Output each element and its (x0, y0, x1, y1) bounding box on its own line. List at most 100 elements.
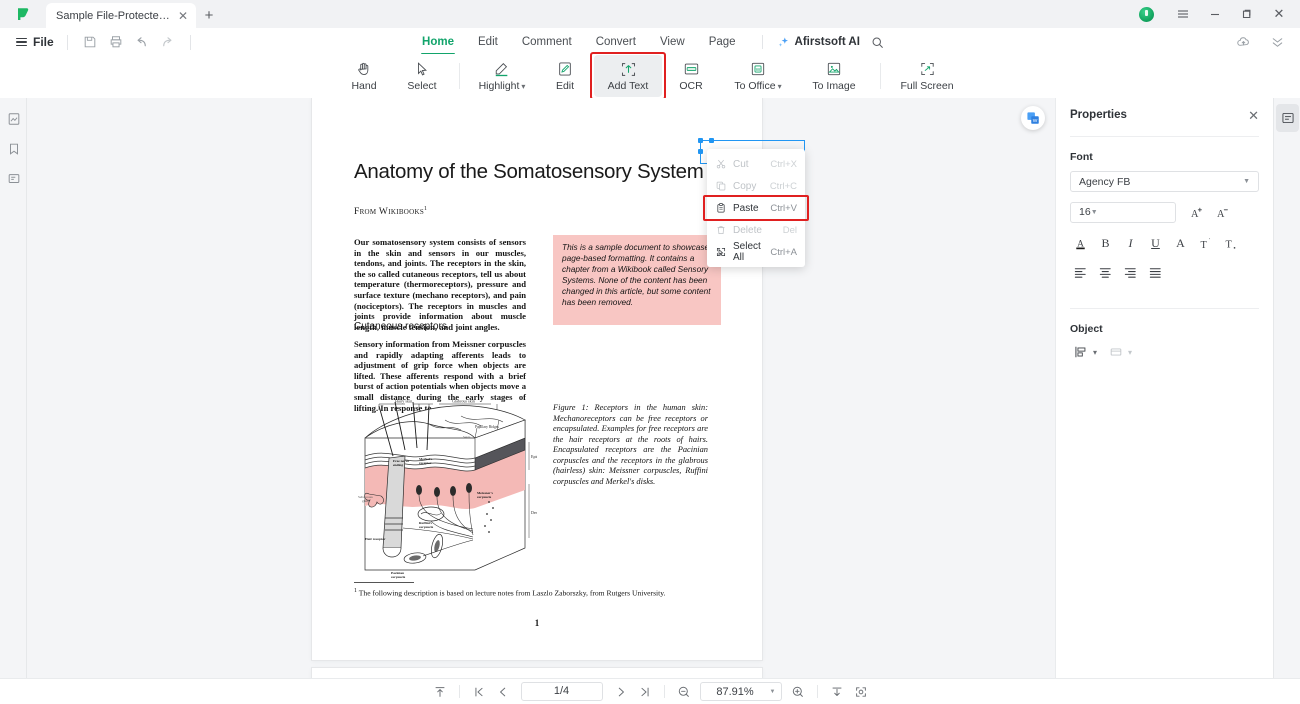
first-page-icon[interactable] (467, 682, 491, 702)
sidebar-item-comments[interactable] (0, 164, 27, 194)
select-all-icon (715, 247, 726, 257)
right-sidebar (1273, 98, 1300, 704)
to-office-icon: W (750, 61, 766, 78)
chevron-down-icon: ▾ (777, 81, 782, 91)
bold-icon[interactable]: B (1093, 232, 1118, 255)
chevron-down-icon: ▼ (1090, 208, 1098, 216)
context-menu-item-cut[interactable]: Cut Ctrl+X (707, 153, 805, 175)
convert-to-word-floating-button[interactable]: W (1021, 106, 1045, 130)
svg-text:Dermis: Dermis (531, 510, 537, 515)
properties-panel: Properties ✕ Font Agency FB ▼ 16 ▼ A A A (1055, 98, 1273, 704)
tool-ocr[interactable]: OCR (662, 55, 720, 97)
document-source: From Wikibooks1 (354, 206, 428, 218)
tab-comment[interactable]: Comment (510, 30, 584, 54)
tool-edit-label: Edit (555, 79, 575, 92)
superscript-icon[interactable]: T ' (1193, 232, 1218, 255)
fit-screen-icon[interactable] (849, 682, 873, 702)
next-page-icon[interactable] (609, 682, 633, 702)
align-objects-button[interactable]: ▾ (1074, 345, 1097, 359)
close-button[interactable]: ✕ (1264, 1, 1294, 27)
tool-add-text[interactable]: Add Text (590, 52, 666, 100)
tab-convert[interactable]: Convert (584, 30, 648, 54)
properties-panel-icon[interactable] (1276, 104, 1299, 132)
align-center-icon[interactable] (1093, 261, 1118, 284)
context-menu-shortcut-cut: Ctrl+X (770, 158, 797, 170)
text-format-buttons: A B I U A T ' T (1056, 224, 1273, 255)
tool-hand-label: Hand (351, 79, 377, 92)
align-left-icon[interactable] (1068, 261, 1093, 284)
tab-edit[interactable]: Edit (466, 30, 510, 54)
page-number-input[interactable]: 1/4 (520, 682, 603, 701)
fit-width-icon[interactable] (825, 682, 849, 702)
svg-text:W: W (756, 67, 761, 73)
footnote-text: 1 The following description is based on … (354, 588, 666, 598)
tool-to-image[interactable]: To Image (796, 55, 872, 97)
tab-view[interactable]: View (648, 30, 697, 54)
selection-handle-bl[interactable] (698, 149, 703, 154)
minimize-button[interactable] (1200, 1, 1230, 27)
application-window: Sample File-Protected (1... ✕ + ✕ File (0, 0, 1300, 704)
align-justify-icon[interactable] (1143, 261, 1168, 284)
prev-page-icon[interactable] (491, 682, 515, 702)
highlighter-icon (493, 61, 511, 78)
user-avatar[interactable] (1139, 6, 1154, 22)
fit-page-icon[interactable] (428, 682, 452, 702)
document-canvas[interactable]: Anatomy of the Somatosensory System From… (27, 98, 1055, 678)
afirstsoft-ai-label: Afirstsoft AI (794, 36, 860, 48)
selection-handle-tl[interactable] (698, 138, 703, 143)
context-menu-shortcut-select-all: Ctrl+A (770, 246, 797, 258)
subscript-icon[interactable]: T (1218, 232, 1243, 255)
increase-font-icon[interactable]: A (1184, 200, 1210, 224)
context-menu-label-cut: Cut (733, 158, 749, 170)
document-tab[interactable]: Sample File-Protected (1... ✕ (46, 3, 196, 28)
sample-note-box[interactable]: This is a sample document to showcase pa… (553, 235, 721, 325)
font-size-select[interactable]: 16 ▼ (1070, 201, 1176, 223)
strikethrough-icon[interactable]: A (1168, 232, 1193, 255)
chevron-down-icon: ▾ (1128, 347, 1133, 357)
context-menu-item-paste[interactable]: Paste Ctrl+V (703, 195, 809, 221)
context-menu-item-copy[interactable]: Copy Ctrl+C (707, 175, 805, 197)
context-menu[interactable]: Cut Ctrl+X Copy Ctrl+C Paste Ctrl+V Dele… (703, 149, 809, 267)
properties-close-icon[interactable]: ✕ (1248, 109, 1259, 122)
decrease-font-icon[interactable]: A (1210, 200, 1236, 224)
context-menu-label-delete: Delete (733, 224, 762, 236)
sidebar-item-bookmark[interactable] (0, 134, 27, 164)
chevron-down-icon: ▼ (1243, 178, 1250, 185)
tool-select[interactable]: Select (393, 55, 451, 97)
arrange-objects-button[interactable]: ▾ (1109, 345, 1132, 359)
ocr-icon (683, 61, 700, 78)
context-menu-item-select-all[interactable]: Select All Ctrl+A (707, 241, 805, 263)
svg-text:T: T (1200, 240, 1207, 251)
sidebar-item-thumbnails[interactable] (0, 104, 27, 134)
tab-close-icon[interactable]: ✕ (176, 8, 190, 24)
tab-page[interactable]: Page (697, 30, 748, 54)
tab-home[interactable]: Home (410, 30, 466, 54)
tool-full-screen[interactable]: Full Screen (889, 55, 965, 97)
svg-text:A: A (1216, 209, 1224, 220)
svg-text:W: W (1032, 117, 1037, 123)
italic-icon[interactable]: I (1118, 232, 1143, 255)
font-color-icon[interactable]: A (1068, 232, 1093, 255)
zoom-in-icon[interactable] (786, 682, 810, 702)
font-family-select[interactable]: Agency FB ▼ (1070, 171, 1259, 192)
align-right-icon[interactable] (1118, 261, 1143, 284)
new-tab-button[interactable]: + (196, 3, 222, 28)
context-menu-label-select-all: Select All (733, 241, 761, 263)
pdf-page-1[interactable]: Anatomy of the Somatosensory System From… (312, 98, 762, 660)
document-paragraph-1: Our somatosensory system consists of sen… (354, 237, 526, 332)
app-menu-icon[interactable] (1168, 1, 1198, 27)
search-icon[interactable] (866, 30, 890, 54)
pdf-page-2[interactable] (312, 668, 762, 678)
afirstsoft-ai-button[interactable]: Afirstsoft AI (777, 36, 860, 49)
restore-button[interactable] (1232, 1, 1262, 27)
underline-icon[interactable]: U (1143, 232, 1168, 255)
zoom-out-icon[interactable] (672, 682, 696, 702)
selection-handle-tm[interactable] (709, 138, 714, 143)
zoom-level-select[interactable]: 87.91% ▼ (699, 682, 782, 701)
context-menu-item-delete[interactable]: Delete Del (707, 219, 805, 241)
last-page-icon[interactable] (633, 682, 657, 702)
tool-to-office[interactable]: W To Office ▾ (720, 55, 796, 97)
tool-edit[interactable]: Edit (536, 55, 594, 97)
tool-hand[interactable]: Hand (335, 55, 393, 97)
tool-highlight[interactable]: Highlight ▾ (468, 55, 536, 97)
